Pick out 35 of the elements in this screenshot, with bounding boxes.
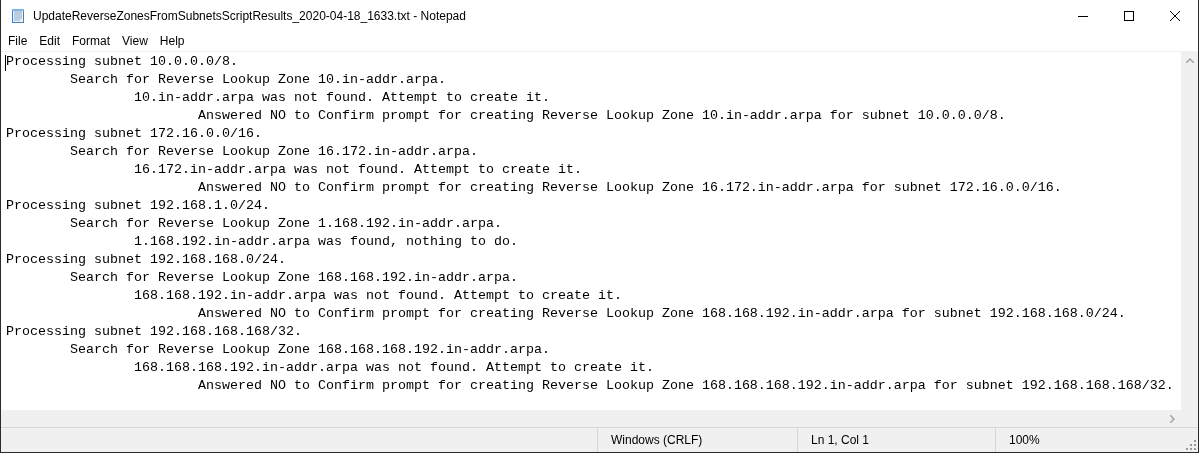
- menu-item[interactable]: File: [2, 31, 34, 51]
- cursor-position-status: Ln 1, Col 1: [798, 428, 996, 452]
- text-line: Answered NO to Confirm prompt for creating Reverse Lookup Zone 16.172.in-addr.arpa for subnet 172.16.0.0/16.: [197, 179, 1062, 197]
- zoom-status: 100%: [1008, 432, 1041, 449]
- text-line: Answered NO to Confirm prompt for creating Reverse Lookup Zone 168.168.168.192.in-addr.arpa for subnet 192.168.168.168/32.: [197, 377, 1174, 395]
- close-icon: [1170, 10, 1180, 21]
- menu-item[interactable]: Format: [66, 31, 117, 51]
- menu-item[interactable]: View: [116, 31, 154, 51]
- text-line: Processing subnet 192.168.168.168/32.: [6, 323, 302, 341]
- text-line: Answered NO to Confirm prompt for creating Reverse Lookup Zone 10.in-addr.arpa for subnet 10.0.0.0/8.: [197, 107, 1006, 125]
- window-title: UpdateReverseZonesFromSubnetsScriptResults_2020-04-18_1633.txt - Notepad: [33, 8, 467, 23]
- text-line: Search for Reverse Lookup Zone 10.in-addr.arpa.: [69, 71, 446, 89]
- text-line: Processing subnet 192.168.168.0/24.: [6, 251, 286, 269]
- text-line: Processing subnet 192.168.1.0/24.: [6, 197, 270, 215]
- maximize-icon: [1124, 10, 1134, 21]
- notepad-icon: [10, 7, 26, 24]
- text-line: Search for Reverse Lookup Zone 1.168.192.in-addr.arpa.: [69, 215, 502, 233]
- text-line: Search for Reverse Lookup Zone 168.168.192.in-addr.arpa.: [69, 269, 518, 287]
- vertical-scrollbar[interactable]: [1181, 52, 1198, 410]
- menu-item[interactable]: Help: [153, 31, 191, 51]
- text-line: 168.168.192.in-addr.arpa was not found. Attempt to create it.: [133, 287, 622, 305]
- line-ending-status: Windows (CRLF): [598, 428, 798, 452]
- text-line: Search for Reverse Lookup Zone 168.168.168.192.in-addr.arpa.: [69, 341, 550, 359]
- text-line: Processing subnet 172.16.0.0/16.: [6, 125, 262, 143]
- text-line: 1.168.192.in-addr.arpa was found, nothing to do.: [133, 233, 518, 251]
- text-caret: [5, 55, 6, 71]
- text-line: Answered NO to Confirm prompt for creating Reverse Lookup Zone 168.168.192.in-addr.arpa for subnet 192.168.168.0/24.: [197, 305, 1126, 323]
- text-line: 10.in-addr.arpa was not found. Attempt to create it.: [133, 89, 550, 107]
- resize-grip-icon[interactable]: [1186, 440, 1196, 450]
- text-line: Processing subnet 10.0.0.0/8.: [6, 53, 238, 71]
- menu-item[interactable]: Edit: [33, 31, 67, 51]
- horizontal-scrollbar[interactable]: [1, 410, 1181, 427]
- text-line: 16.172.in-addr.arpa was not found. Attempt to create it.: [133, 161, 582, 179]
- text-line: 168.168.168.192.in-addr.arpa was not found. Attempt to create it.: [133, 359, 654, 377]
- text-line: Search for Reverse Lookup Zone 16.172.in-addr.arpa.: [69, 143, 478, 161]
